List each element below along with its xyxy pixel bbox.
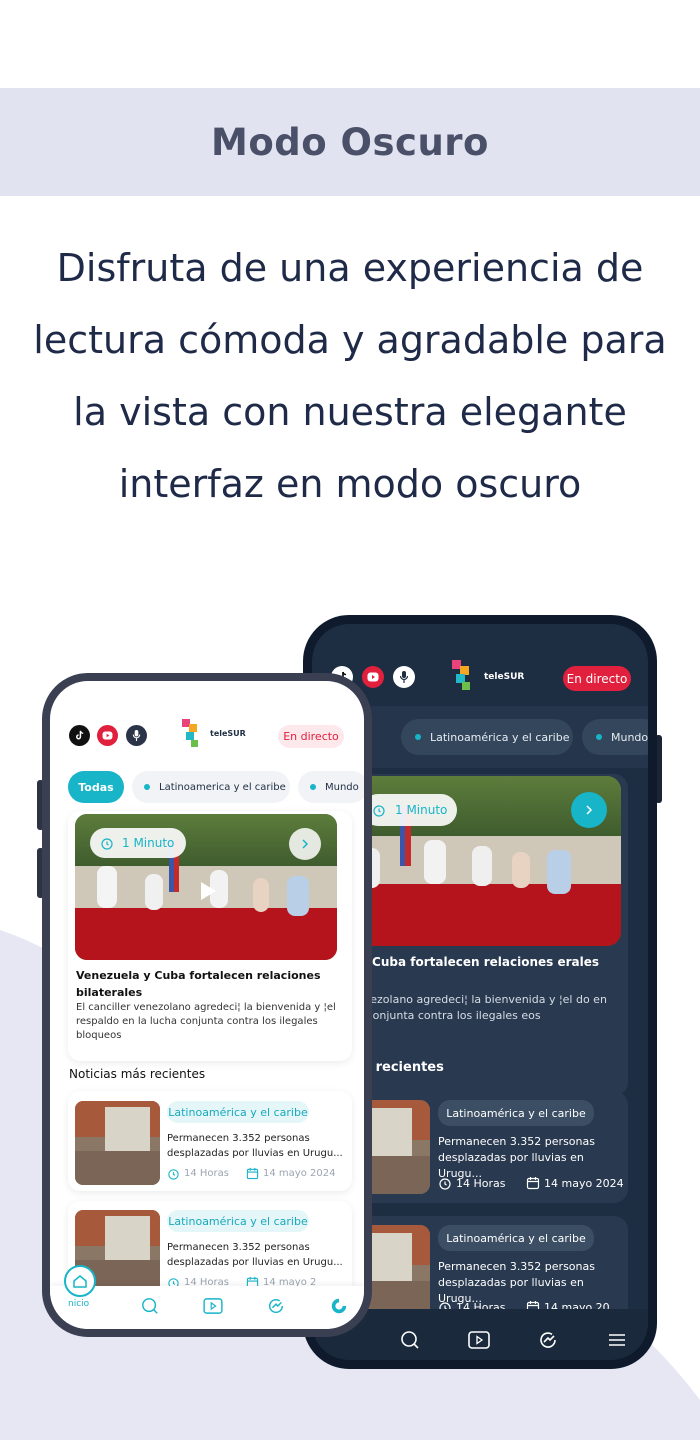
banner-title: Modo Oscuro: [211, 120, 489, 164]
youtube-icon[interactable]: [362, 666, 384, 688]
telesur-logo-icon: [452, 660, 478, 694]
news-date: 14 mayo 2024: [526, 1176, 624, 1190]
light-phone-screen: teleSUR En directo Todas Latinoamerica y…: [50, 681, 364, 1329]
tab-latinoamerica[interactable]: Latinoamérica y el caribe: [401, 719, 573, 755]
header-banner: Modo Oscuro: [0, 88, 700, 196]
tab-todas[interactable]: Todas: [68, 771, 124, 803]
video-icon[interactable]: [467, 1328, 491, 1352]
news-category-tag[interactable]: Latinoamérica y el caribe: [438, 1100, 594, 1126]
news-headline[interactable]: Permanecen 3.352 personas desplazadas po…: [167, 1131, 345, 1161]
trending-icon[interactable]: [536, 1328, 560, 1352]
search-icon[interactable]: [139, 1295, 161, 1317]
telesur-nav-icon[interactable]: [328, 1295, 350, 1317]
alarm-icon: [373, 805, 385, 817]
calendar-icon: [526, 1177, 540, 1190]
next-arrow-icon[interactable]: [571, 792, 607, 828]
calendar-icon: [246, 1167, 259, 1180]
search-icon[interactable]: [398, 1328, 422, 1352]
featured-summary: El canciller venezolano agredeci¦ la bie…: [76, 1002, 336, 1041]
duration-badge: 1 Minuto: [362, 794, 457, 826]
light-phone: teleSUR En directo Todas Latinoamerica y…: [42, 673, 372, 1337]
podcast-icon[interactable]: [393, 666, 415, 688]
tab-mundo[interactable]: Mundo: [298, 771, 364, 803]
featured-title[interactable]: Venezuela y Cuba fortalecen relaciones b…: [76, 967, 346, 1001]
video-icon[interactable]: [202, 1295, 224, 1317]
telesur-logo-text: teleSUR: [484, 672, 525, 682]
news-headline[interactable]: Permanecen 3.352 personas desplazadas po…: [438, 1134, 628, 1182]
play-icon[interactable]: [194, 877, 222, 905]
telesur-logo-icon: [182, 719, 206, 751]
menu-icon[interactable]: [605, 1328, 629, 1352]
tab-latinoamerica[interactable]: Latinoamerica y el caribe: [132, 771, 290, 803]
news-headline[interactable]: Permanecen 3.352 personas desplazadas po…: [167, 1240, 345, 1270]
live-button[interactable]: En directo: [278, 725, 344, 748]
feature-description: Disfruta de una experiencia de lectura c…: [33, 246, 667, 506]
news-category-tag[interactable]: Latinoamérica y el caribe: [438, 1225, 594, 1251]
news-time: 14 Horas: [438, 1176, 506, 1190]
alarm-icon: [101, 838, 113, 850]
news-date: 14 mayo 2024: [246, 1167, 335, 1180]
trending-icon[interactable]: [265, 1295, 287, 1317]
home-icon[interactable]: [64, 1265, 96, 1297]
live-button[interactable]: En directo: [563, 666, 631, 691]
section-title: Noticias más recientes: [69, 1067, 206, 1081]
news-time: 14 Horas: [167, 1167, 229, 1180]
tab-mundo[interactable]: Mundo: [582, 719, 648, 755]
duration-badge: 1 Minuto: [90, 828, 186, 858]
alarm-icon: [168, 1169, 179, 1180]
tiktok-icon[interactable]: [69, 725, 90, 746]
news-photo: [75, 1101, 160, 1185]
nav-home-label[interactable]: nicio: [68, 1299, 89, 1309]
telesur-logo-text: teleSUR: [210, 729, 246, 738]
alarm-icon: [439, 1178, 451, 1190]
podcast-icon[interactable]: [126, 725, 147, 746]
news-category-tag[interactable]: Latinoamérica y el caribe: [167, 1101, 309, 1123]
next-arrow-icon[interactable]: [289, 828, 321, 860]
youtube-icon[interactable]: [97, 725, 118, 746]
news-category-tag[interactable]: Latinoamérica y el caribe: [167, 1210, 309, 1232]
promo-screen: Modo Oscuro Disfruta de una experiencia …: [0, 0, 700, 1440]
